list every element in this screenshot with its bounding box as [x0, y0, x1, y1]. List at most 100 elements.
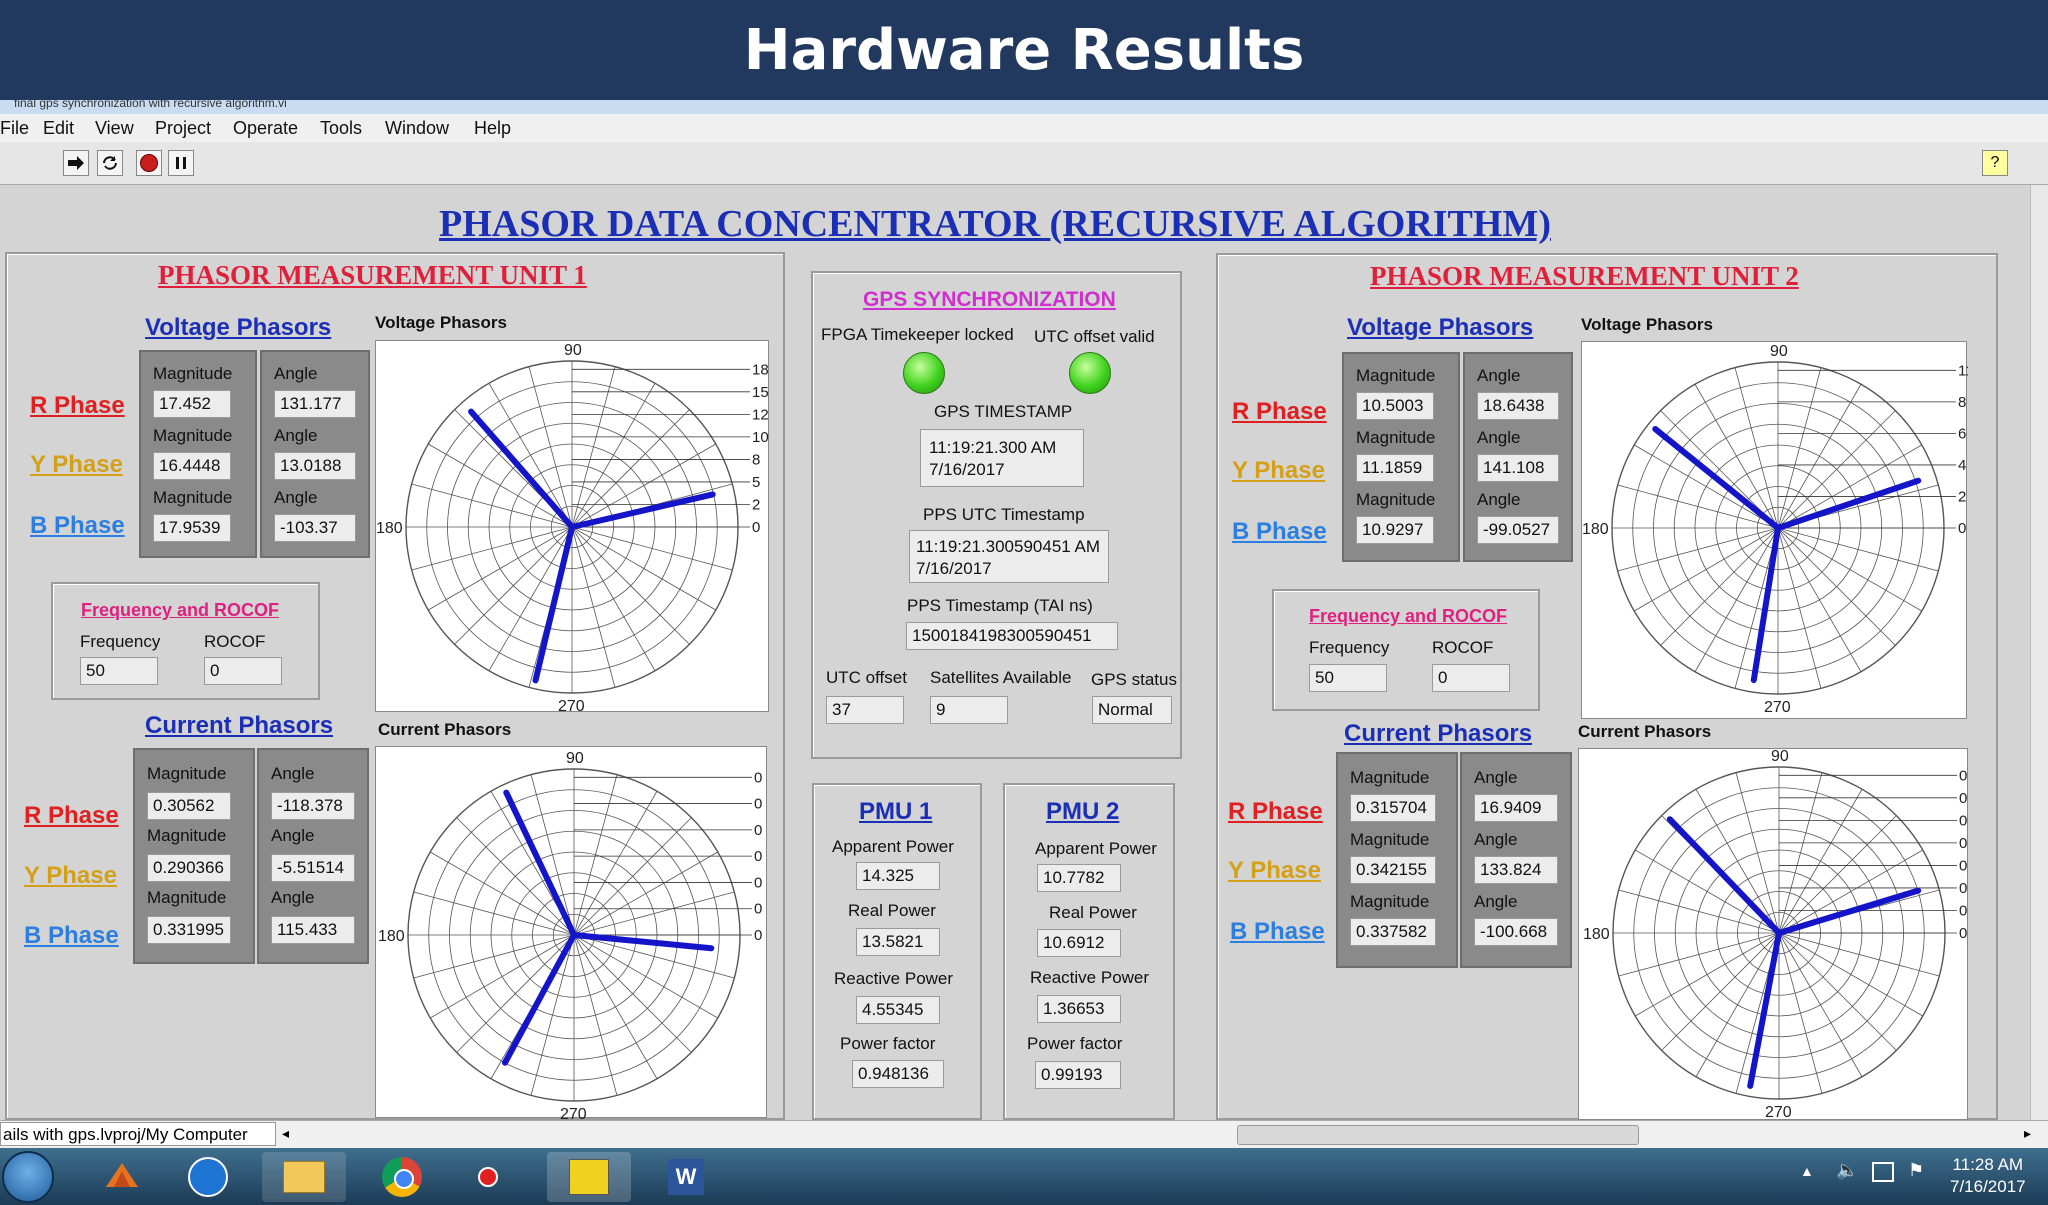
run-continuously-icon[interactable] [97, 150, 123, 176]
angle-label: Angle [274, 426, 318, 445]
angle-label: Angle [1477, 366, 1521, 385]
polar-grid-spoke [571, 443, 716, 528]
radial-tick-label: 5 [752, 474, 760, 491]
polar-grid-spoke [573, 791, 658, 936]
pmu1-real-power: 13.5821 [856, 928, 940, 956]
pmu1-i-y-angle: -5.51514 [271, 854, 355, 882]
magnitude-label: Magnitude [1356, 366, 1436, 385]
speaker-icon[interactable]: 🔈 [1836, 1160, 1858, 1181]
polar-grid-spoke [1777, 527, 1896, 646]
menu-operate[interactable]: Operate [233, 118, 298, 139]
polar-grid-spoke [456, 934, 575, 1053]
axis-label-90: 90 [1770, 343, 1788, 360]
scroll-right-icon[interactable]: ▸ [2024, 1125, 2031, 1142]
polar-grid-spoke [454, 526, 573, 645]
polar-grid-spoke [571, 526, 656, 671]
radial-tick-label: 0 [1959, 767, 1967, 784]
pmu2-i-y-angle: 133.824 [1474, 856, 1558, 884]
pmu2-title: PHASOR MEASUREMENT UNIT 2 [1370, 261, 1799, 291]
menu-help[interactable]: Help [474, 118, 511, 139]
polar-grid-spoke [428, 526, 573, 611]
clock[interactable]: 11:28 AM 7/16/2017 [1950, 1154, 2026, 1198]
pmu2-i-y-label: Y Phase [1228, 857, 1321, 884]
teamviewer-icon[interactable] [166, 1152, 250, 1202]
polar-grid-spoke [573, 934, 692, 1053]
axis-label-270: 270 [560, 1106, 587, 1119]
radial-tick-label: 18 [752, 361, 769, 378]
pmu1-power-factor: 0.948136 [852, 1060, 944, 1088]
pmu2-v-angle-cluster: Angle 18.6438 Angle 141.108 Angle -99.05… [1463, 352, 1573, 562]
file-explorer-icon[interactable] [262, 1152, 346, 1202]
start-button-icon[interactable] [2, 1151, 54, 1203]
polar-grid-spoke [411, 526, 573, 571]
gps-timestamp-label: GPS TIMESTAMP [934, 402, 1073, 421]
magnitude-label: Magnitude [1356, 428, 1436, 447]
run-arrow-icon[interactable] [63, 150, 89, 176]
pmu1-v-r-magnitude: 17.452 [153, 390, 231, 418]
polar-grid-spoke [456, 817, 575, 936]
menu-edit[interactable]: Edit [43, 118, 74, 139]
menu-file[interactable]: File [0, 118, 29, 139]
pmu2-i-r-magnitude: 0.315704 [1350, 794, 1436, 822]
polar-grid-spoke [571, 366, 616, 528]
radial-tick-label: 0 [754, 927, 762, 944]
radial-tick-label: 11 [1958, 362, 1968, 379]
pmu1-i-r-magnitude: 0.30562 [147, 792, 231, 820]
notification-chevron-icon[interactable]: ▲ [1800, 1163, 1814, 1179]
labview-icon[interactable] [547, 1152, 631, 1202]
fpga-locked-label: FPGA Timekeeper locked [821, 325, 1014, 344]
angle-label: Angle [1474, 892, 1518, 911]
matlab-icon[interactable] [80, 1152, 164, 1202]
chrome-icon[interactable] [360, 1152, 444, 1202]
pmu1-v-b-label: B Phase [30, 512, 125, 539]
axis-label-180: 180 [1582, 521, 1609, 538]
vertical-scrollbar[interactable] [2030, 185, 2048, 1120]
magnitude-label: Magnitude [147, 888, 227, 907]
polar-grid-spoke [573, 851, 718, 936]
toolbar: ? [0, 142, 2048, 185]
network-icon[interactable] [1872, 1162, 1894, 1182]
recorder-icon[interactable] [446, 1152, 530, 1202]
polar-grid-spoke [573, 817, 692, 936]
word-icon[interactable]: W [644, 1152, 728, 1202]
pmu2-i-plot-label: Current Phasors [1578, 722, 1712, 741]
pmu2-power-title: PMU 2 [1046, 798, 1120, 825]
radial-tick-label: 2 [1958, 488, 1966, 505]
polar-grid-spoke [571, 383, 656, 528]
scroll-left-icon[interactable]: ◂ [282, 1125, 289, 1142]
abort-icon[interactable] [136, 150, 162, 176]
pmu1-voltage-heading: Voltage Phasors [145, 314, 332, 341]
pmu1-v-magnitude-cluster: Magnitude 17.452 Magnitude 16.4448 Magni… [139, 350, 257, 558]
pause-icon[interactable] [168, 150, 194, 176]
radial-tick-label: 12 [752, 406, 769, 423]
pmu1-rocof-value: 0 [204, 657, 282, 685]
menu-project[interactable]: Project [155, 118, 211, 139]
pmu2-v-y-angle: 141.108 [1477, 454, 1559, 482]
polar-grid-spoke [571, 526, 733, 571]
menu-tools[interactable]: Tools [320, 118, 362, 139]
pmu2-voltage-heading: Voltage Phasors [1347, 314, 1534, 341]
menu-window[interactable]: Window [385, 118, 449, 139]
apparent-power-label: Apparent Power [832, 837, 954, 856]
utc-valid-led [1069, 352, 1111, 394]
pmu1-v-r-angle: 131.177 [274, 390, 356, 418]
polar-grid-spoke [1777, 367, 1822, 529]
axis-label-90: 90 [1771, 749, 1789, 765]
polar-grid-spoke [573, 934, 658, 1079]
horizontal-scroll-thumb[interactable] [1237, 1125, 1639, 1145]
magnitude-label: Magnitude [1350, 892, 1430, 911]
pmu1-i-angle-cluster: Angle -118.378 Angle -5.51514 Angle 115.… [257, 748, 369, 964]
pmu1-v-angle-cluster: Angle 131.177 Angle 13.0188 Angle -103.3… [260, 350, 370, 558]
menu-bar: File Edit View Project Operate Tools Win… [0, 114, 2048, 142]
pmu2-v-plot-label: Voltage Phasors [1581, 315, 1713, 334]
pmu2-i-b-magnitude: 0.337582 [1350, 918, 1436, 946]
polar-grid-spoke [1778, 932, 1823, 1094]
pmu2-v-b-magnitude: 10.9297 [1356, 516, 1434, 544]
action-center-flag-icon[interactable]: ⚑ [1908, 1160, 1924, 1181]
menu-view[interactable]: View [95, 118, 134, 139]
pmu1-i-y-magnitude: 0.290366 [147, 854, 231, 882]
angle-label: Angle [271, 888, 315, 907]
radial-tick-label: 0 [754, 874, 762, 891]
reactive-power-label: Reactive Power [1030, 968, 1150, 987]
context-help-icon[interactable]: ? [1982, 150, 2008, 176]
